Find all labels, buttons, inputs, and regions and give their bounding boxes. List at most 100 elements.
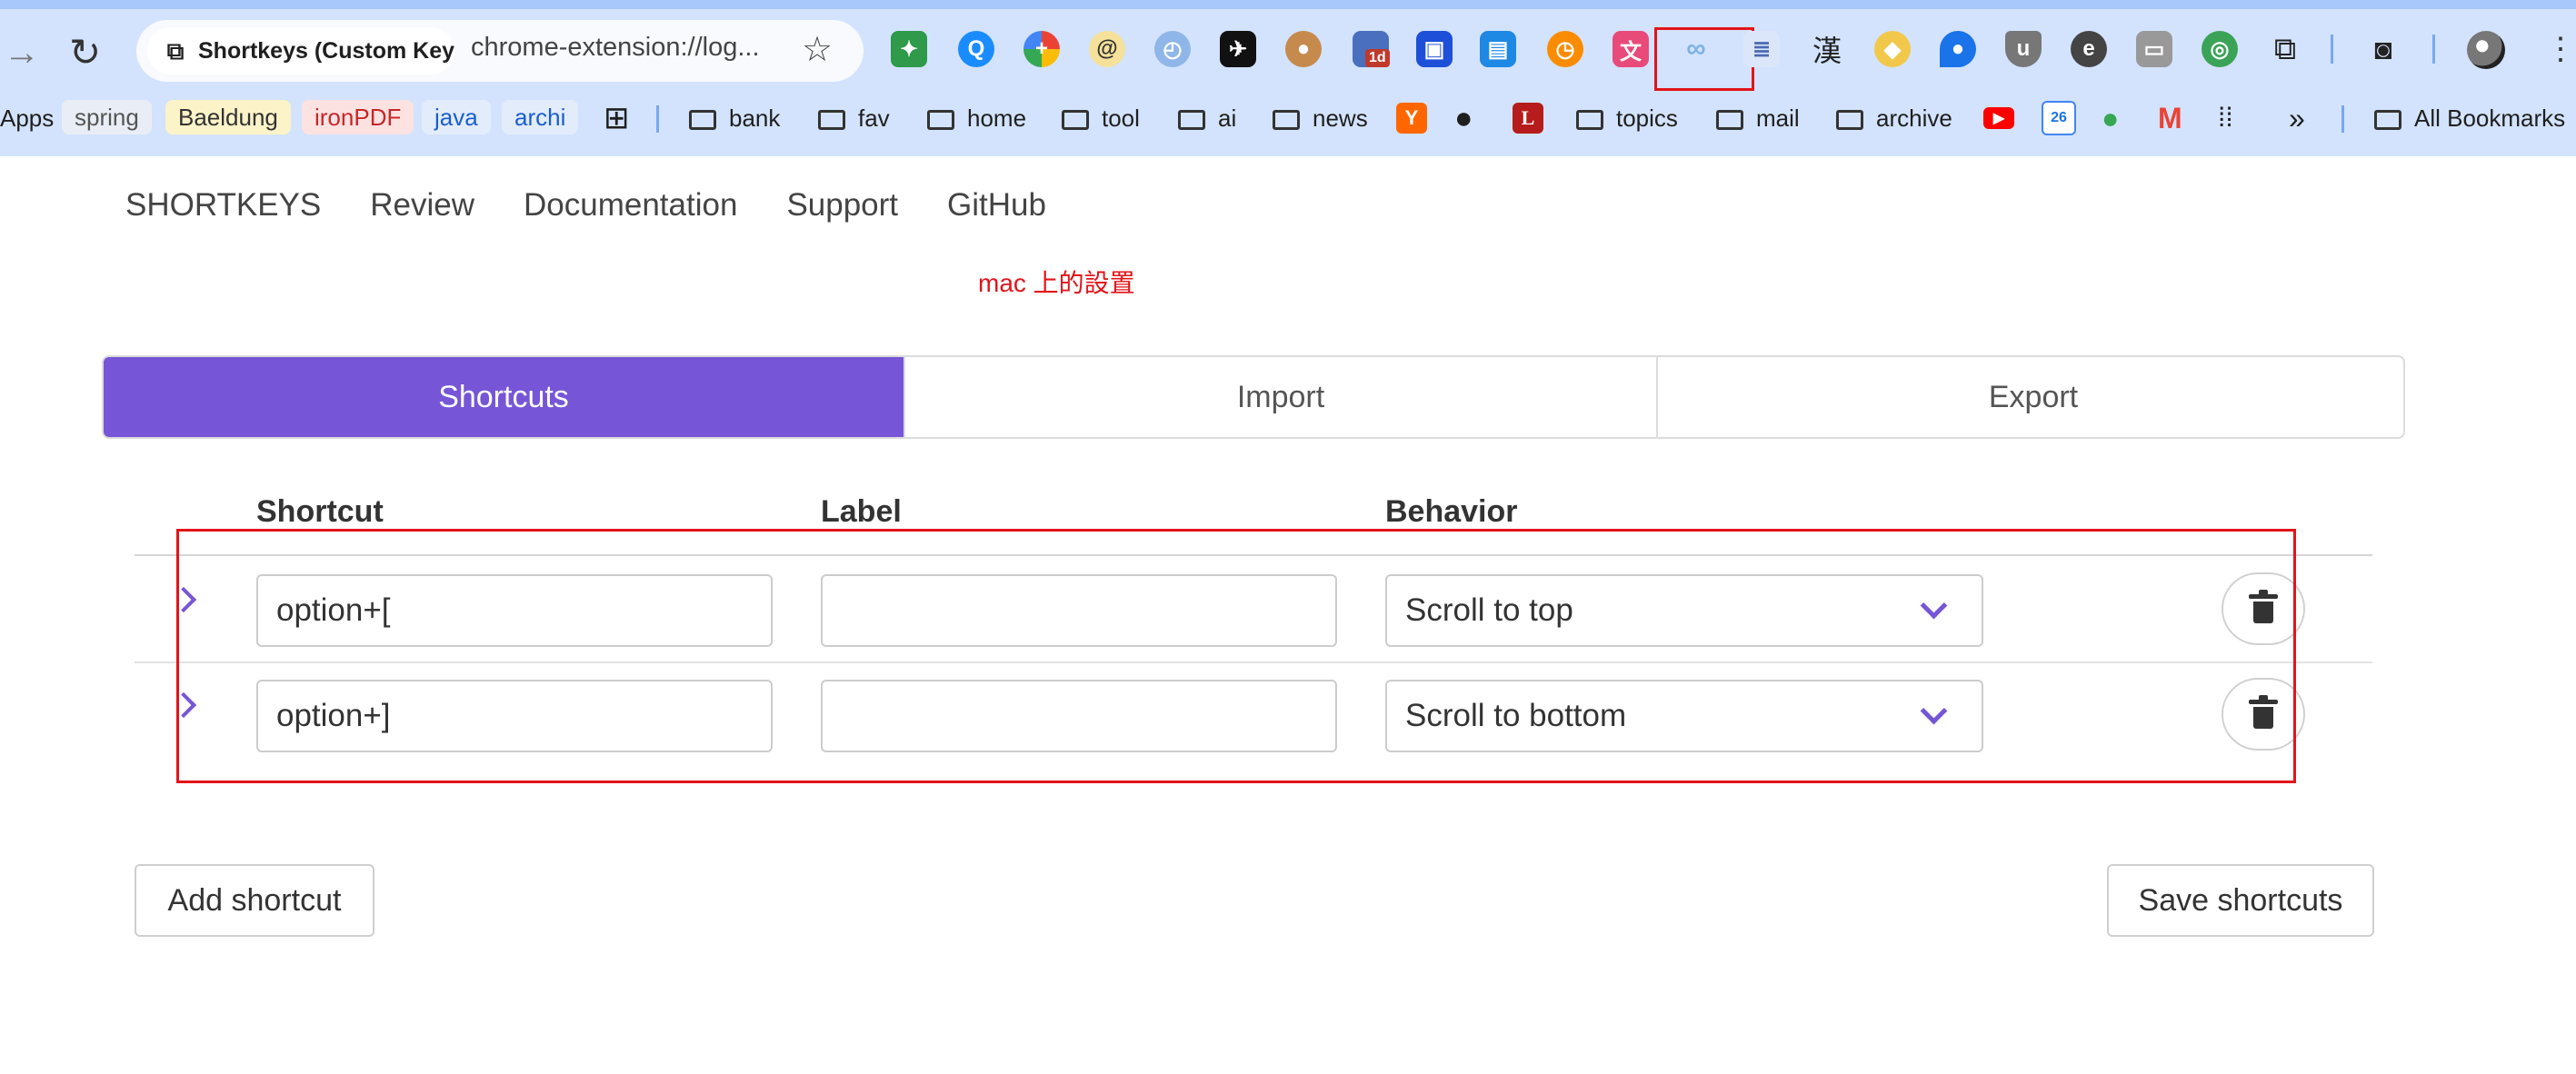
nav-review[interactable]: Review bbox=[370, 187, 474, 224]
all-bookmarks-label: All Bookmarks bbox=[2414, 104, 2566, 132]
bookmark-folder-home[interactable]: home bbox=[927, 100, 1026, 136]
nav-github[interactable]: GitHub bbox=[947, 187, 1046, 224]
translate-extension-icon[interactable]: 文 bbox=[1612, 31, 1649, 67]
calendar-badge: 1d bbox=[1365, 49, 1390, 67]
bookmark-folder-label: news bbox=[1313, 104, 1368, 132]
tab-bar: Shortcuts Import Export bbox=[102, 355, 2405, 439]
all-bookmarks[interactable]: All Bookmarks bbox=[2374, 100, 2565, 136]
tiger-extension-icon[interactable]: ◆ bbox=[1874, 31, 1911, 67]
folder-icon bbox=[1178, 110, 1205, 130]
youtube-bookmark-icon[interactable]: ▶ bbox=[1983, 100, 2014, 136]
annotation-highlight-box bbox=[176, 529, 2296, 783]
profile-avatar[interactable] bbox=[2467, 31, 2505, 69]
clock-extension-icon[interactable]: ◴ bbox=[1154, 31, 1191, 67]
q-extension-icon[interactable]: Q bbox=[958, 31, 994, 67]
file-extension-icon[interactable]: ▤ bbox=[1480, 31, 1516, 67]
github-bookmark-icon[interactable]: ● bbox=[1454, 100, 1473, 136]
bookmark-archi[interactable]: archi bbox=[502, 100, 579, 134]
annotation-note: mac 上的設置 bbox=[978, 269, 1135, 297]
bookmark-folder-label: bank bbox=[729, 104, 781, 132]
ublock-extension-icon[interactable]: u bbox=[2005, 31, 2042, 67]
bookmark-folder-label: archive bbox=[1876, 104, 1952, 132]
bookmark-folder-news[interactable]: news bbox=[1273, 100, 1368, 136]
bookmark-folder-archive[interactable]: archive bbox=[1836, 100, 1952, 136]
tab-export[interactable]: Export bbox=[1656, 357, 2403, 437]
cookie-extension-icon[interactable]: ● bbox=[1285, 31, 1322, 67]
google-calendar-bookmark-icon[interactable]: 26 bbox=[2042, 100, 2076, 136]
bookmark-folder-label: topics bbox=[1616, 104, 1678, 132]
globe-extension-icon[interactable]: ◎ bbox=[2202, 31, 2238, 67]
folder-icon bbox=[1062, 110, 1089, 130]
bookmarks-overflow-icon[interactable]: » bbox=[2289, 100, 2305, 136]
l-bookmark-icon[interactable]: L bbox=[1513, 100, 1543, 136]
header-shortcut: Shortcut bbox=[256, 494, 384, 529]
doc-extension-icon[interactable]: ≣ bbox=[1743, 31, 1780, 67]
url-text[interactable]: chrome-extension://log... bbox=[471, 33, 760, 63]
bookmark-folder-topics[interactable]: topics bbox=[1576, 100, 1678, 136]
bookmark-java[interactable]: java bbox=[422, 100, 491, 134]
bookmark-folder-label: mail bbox=[1756, 104, 1800, 132]
calendar-extension-icon[interactable]: 1d bbox=[1353, 31, 1390, 67]
bookmark-star-icon[interactable]: ☆ bbox=[802, 29, 833, 70]
menu-icon[interactable]: ⋮ bbox=[2545, 31, 2576, 67]
header-behavior: Behavior bbox=[1385, 494, 1518, 529]
folder-icon bbox=[927, 110, 954, 130]
puzzle-green-extension-icon[interactable]: ✦ bbox=[891, 31, 927, 67]
gmail-bookmark-icon[interactable]: M bbox=[2158, 100, 2182, 136]
bookmark-folder-label: home bbox=[967, 104, 1027, 132]
forward-icon[interactable]: → bbox=[4, 33, 44, 73]
tab-import[interactable]: Import bbox=[904, 357, 1656, 437]
kanji-extension-icon[interactable]: 漢 bbox=[1809, 31, 1845, 67]
add-shortcut-button[interactable]: Add shortcut bbox=[135, 864, 374, 937]
reload-icon[interactable]: ↻ bbox=[69, 31, 113, 75]
folder-icon bbox=[689, 110, 716, 130]
send-extension-icon[interactable]: ✈ bbox=[1220, 31, 1256, 67]
extensions-puzzle-icon[interactable]: ⧉ bbox=[2267, 31, 2303, 67]
folder-icon bbox=[1836, 110, 1863, 130]
folder-icon bbox=[1273, 110, 1300, 130]
toolbar-divider bbox=[2331, 35, 2333, 64]
browser-toolbar: → ↻ ⧉ Shortkeys (Custom Keyb chrome-exte… bbox=[0, 0, 2576, 156]
bookmark-folder-bank[interactable]: bank bbox=[689, 100, 780, 136]
pin-extension-icon[interactable]: ● bbox=[1940, 31, 1976, 67]
bookmark-baeldung[interactable]: Baeldung bbox=[165, 100, 291, 134]
bookmark-folder-label: ai bbox=[1218, 104, 1237, 132]
folder-icon bbox=[1576, 110, 1603, 130]
grid-bookmark-icon[interactable]: ⁞⁞ bbox=[2218, 100, 2233, 136]
bookmark-folder-mail[interactable]: mail bbox=[1716, 100, 1800, 136]
bookmark-folder-fav[interactable]: fav bbox=[818, 100, 890, 136]
site-chip-title: Shortkeys (Custom Keyb bbox=[198, 37, 454, 64]
address-bar[interactable]: ⧉ Shortkeys (Custom Keyb chrome-extensio… bbox=[136, 20, 864, 82]
bookmark-folder-label: fav bbox=[858, 104, 890, 132]
nav-shortkeys[interactable]: SHORTKEYS bbox=[125, 187, 321, 224]
bookmark-folder-label: tool bbox=[1102, 104, 1140, 132]
apps-grid-icon[interactable]: ⊞ bbox=[604, 100, 630, 136]
e-extension-icon[interactable]: e bbox=[2071, 31, 2107, 67]
bookmark-ironpdf[interactable]: ironPDF bbox=[302, 100, 414, 134]
nav-documentation[interactable]: Documentation bbox=[524, 187, 737, 224]
bookmark-folder-tool[interactable]: tool bbox=[1062, 100, 1140, 136]
lock-extension-icon[interactable]: ▣ bbox=[1416, 31, 1453, 67]
google-maps-bookmark-icon[interactable]: ● bbox=[2102, 100, 2119, 136]
save-shortcuts-button[interactable]: Save shortcuts bbox=[2107, 864, 2374, 937]
bookmark-divider bbox=[2341, 105, 2344, 133]
bookmark-folder-ai[interactable]: ai bbox=[1178, 100, 1236, 136]
bookmark-apps[interactable]: Apps bbox=[0, 100, 54, 136]
puzzle-icon: ⧉ bbox=[166, 37, 185, 65]
folder-icon bbox=[2374, 110, 2401, 130]
site-chip[interactable]: ⧉ Shortkeys (Custom Keyb bbox=[147, 27, 454, 75]
at-extension-icon[interactable]: @ bbox=[1089, 31, 1125, 67]
colorful-plus-extension-icon[interactable]: + bbox=[1023, 31, 1060, 67]
screenshot-icon[interactable]: ◙ bbox=[2365, 31, 2401, 67]
tab-shortcuts[interactable]: Shortcuts bbox=[104, 357, 904, 437]
nav-support[interactable]: Support bbox=[786, 187, 898, 224]
bookmark-spring[interactable]: spring bbox=[62, 100, 152, 134]
site-nav: SHORTKEYS Review Documentation Support G… bbox=[125, 187, 1046, 224]
folder-icon bbox=[1716, 110, 1743, 130]
timer-extension-icon[interactable]: ◷ bbox=[1547, 31, 1583, 67]
ycombinator-bookmark-icon[interactable]: Y bbox=[1396, 100, 1427, 136]
header-label: Label bbox=[821, 494, 902, 529]
chat-extension-icon[interactable]: ▭ bbox=[2136, 31, 2172, 67]
tab-strip bbox=[0, 0, 2576, 9]
bookmarks-bar: Apps spring Baeldung ironPDF java archi … bbox=[0, 94, 2576, 142]
